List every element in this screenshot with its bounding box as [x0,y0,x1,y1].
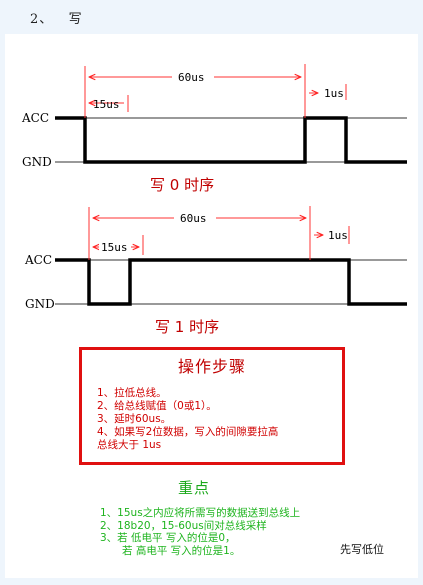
acc-label: ACC [21,111,49,125]
write-1-waveform [55,258,407,306]
step-item: 2、给总线赋值（0或1）。 [97,400,217,412]
dim-label-60us: 60us [180,212,207,225]
key-item: 3、若 低电平 写入的位是0， [100,532,236,544]
step-item: 4、如果写2位数据，写入的间隙要拉高 [97,426,279,438]
dim-label-1us: 1us [328,229,348,242]
step-item: 总线大于 1us [97,439,162,451]
timing-diagrams: ACC GND 60us 15us 1us 写 0 时序 ACC GND 60u… [21,64,407,336]
write-order-note: 先写低位 [340,543,384,556]
key-item: 若 高电平 写入的位是1。 [122,544,241,557]
key-item: 1、15us之内应将所需写的数据送到总线上 [100,507,301,519]
dim-label-60us: 60us [178,71,205,84]
write-1-diagram: ACC GND 60us 15us 1us 写 1 时序 [24,206,407,336]
write-0-caption: 写 0 时序 [150,176,214,194]
key-item: 2、18b20，15-60us间对总线采样 [100,519,267,532]
key-points-heading: 重点 [178,479,211,497]
operation-steps-box: 操作步骤 1、拉低总线。 2、给总线赋值（0或1）。 3、延时60us。 4、如… [79,347,345,465]
dim-label-1us: 1us [324,87,344,100]
write-1-caption: 写 1 时序 [155,318,219,336]
dim-label-15us: 15us [101,241,128,254]
steps-heading: 操作步骤 [177,357,246,376]
step-item: 3、延时60us。 [97,413,172,425]
gnd-label: GND [22,155,52,169]
write-0-waveform [55,116,407,164]
step-item: 1、拉低总线。 [97,387,167,399]
steps-list: 1、拉低总线。 2、给总线赋值（0或1）。 3、延时60us。 4、如果写2位数… [97,387,342,452]
acc-label: ACC [24,253,52,267]
gnd-label: GND [25,297,55,311]
dim-label-15us: 15us [93,98,120,111]
key-points-list: 1、15us之内应将所需写的数据送到总线上 2、18b20，15-60us间对总… [100,507,300,557]
write-0-diagram: ACC GND 60us 15us 1us 写 0 时序 [21,64,407,194]
